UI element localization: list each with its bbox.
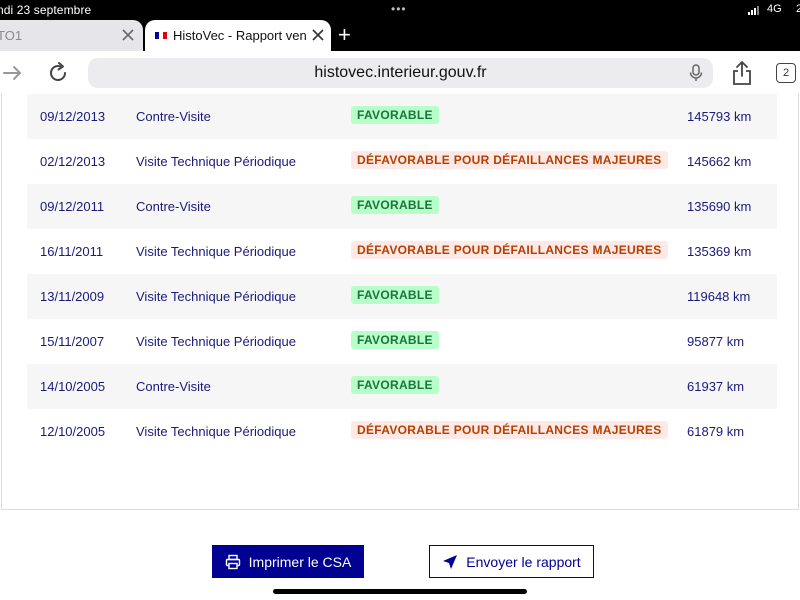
inspection-date: 16/11/2011 <box>40 244 104 259</box>
inspection-type: Contre-Visite <box>136 199 211 214</box>
status-badge: DÉFAVORABLE POUR DÉFAILLANCES MAJEURES <box>351 241 668 259</box>
table-row: 12/10/2005 Visite Technique Périodique D… <box>27 409 777 454</box>
signal-icon <box>748 5 762 15</box>
table-row: 09/12/2011 Contre-Visite FAVORABLE 13569… <box>27 184 777 229</box>
status-badge: FAVORABLE <box>351 106 439 124</box>
table-row: 09/12/2013 Contre-Visite FAVORABLE 14579… <box>27 94 777 139</box>
mileage: 145793 km <box>687 109 752 124</box>
network-type: 4G <box>767 3 782 15</box>
inspection-type: Visite Technique Périodique <box>136 154 296 169</box>
mileage: 95877 km <box>687 334 745 349</box>
inspection-date: 13/11/2009 <box>40 289 105 304</box>
status-badge: DÉFAVORABLE POUR DÉFAILLANCES MAJEURES <box>351 151 668 169</box>
inspection-date: 09/12/2013 <box>40 109 106 124</box>
inspection-type: Visite Technique Périodique <box>136 424 296 439</box>
browser-tab-bar: TO1 HistoVec - Rapport vendeur + <box>0 20 800 51</box>
mileage: 145662 km <box>687 154 752 169</box>
inspection-type: Contre-Visite <box>136 379 211 394</box>
status-badge: DÉFAVORABLE POUR DÉFAILLANCES MAJEURES <box>351 421 668 439</box>
browser-toolbar: histovec.interieur.gouv.fr 2 <box>0 51 800 95</box>
tab-inactive[interactable]: TO1 <box>0 20 143 51</box>
home-indicator[interactable] <box>273 589 527 594</box>
close-tab-icon[interactable] <box>309 26 327 47</box>
inspection-date: 02/12/2013 <box>40 154 106 169</box>
mileage: 61879 km <box>687 424 745 439</box>
print-csa-label: Imprimer le CSA <box>248 553 352 570</box>
inspection-type: Contre-Visite <box>136 109 211 124</box>
status-badge: FAVORABLE <box>351 196 439 214</box>
table-row: 16/11/2011 Visite Technique Périodique D… <box>27 229 777 274</box>
paper-plane-icon <box>443 554 458 569</box>
inspection-date: 14/10/2005 <box>40 379 106 394</box>
mileage: 119648 km <box>687 289 751 304</box>
close-tab-icon[interactable] <box>119 26 137 47</box>
tab-active[interactable]: HistoVec - Rapport vendeur <box>145 20 331 51</box>
inspection-date: 09/12/2011 <box>40 199 105 214</box>
new-tab-button[interactable]: + <box>338 23 351 47</box>
french-flag-favicon-icon <box>155 32 167 39</box>
inspection-table: 09/12/2013 Contre-Visite FAVORABLE 14579… <box>27 94 777 454</box>
share-icon[interactable] <box>731 60 753 86</box>
table-row: 14/10/2005 Contre-Visite FAVORABLE 61937… <box>27 364 777 409</box>
tab-title: HistoVec - Rapport vendeur <box>173 28 307 43</box>
multitasking-dots[interactable]: ••• <box>391 2 407 16</box>
printer-icon <box>225 554 240 569</box>
inspection-type: Visite Technique Périodique <box>136 289 296 304</box>
inspection-type: Visite Technique Périodique <box>136 334 296 349</box>
print-csa-button[interactable]: Imprimer le CSA <box>212 545 364 578</box>
mileage: 61937 km <box>687 379 745 394</box>
mileage: 135690 km <box>687 199 752 214</box>
tab-overview-button[interactable]: 2 <box>776 63 796 83</box>
inspection-history-card: 09/12/2013 Contre-Visite FAVORABLE 14579… <box>1 94 799 510</box>
microphone-icon[interactable] <box>687 64 705 82</box>
tab-title: TO1 <box>0 28 23 43</box>
url-text: histovec.interieur.gouv.fr <box>314 64 487 81</box>
status-badge: FAVORABLE <box>351 286 439 304</box>
send-report-button[interactable]: Envoyer le rapport <box>429 545 594 578</box>
page-content: 09/12/2013 Contre-Visite FAVORABLE 14579… <box>0 94 800 600</box>
status-date: ndi 23 septembre <box>0 3 92 17</box>
inspection-type: Visite Technique Périodique <box>136 244 296 259</box>
reload-icon[interactable] <box>46 61 70 85</box>
inspection-date: 12/10/2005 <box>40 424 106 439</box>
mileage: 135369 km <box>687 244 752 259</box>
ios-status-bar: ndi 23 septembre ••• 4G 2 <box>0 0 800 20</box>
forward-arrow-icon[interactable] <box>2 62 24 84</box>
inspection-date: 15/11/2007 <box>40 334 105 349</box>
status-badge: FAVORABLE <box>351 331 439 349</box>
table-row: 02/12/2013 Visite Technique Périodique D… <box>27 139 777 184</box>
table-row: 15/11/2007 Visite Technique Périodique F… <box>27 319 777 364</box>
table-row: 13/11/2009 Visite Technique Périodique F… <box>27 274 777 319</box>
address-bar[interactable]: histovec.interieur.gouv.fr <box>88 58 713 88</box>
status-badge: FAVORABLE <box>351 376 439 394</box>
battery-indicator: 2 <box>796 3 800 15</box>
send-report-label: Envoyer le rapport <box>466 553 581 570</box>
